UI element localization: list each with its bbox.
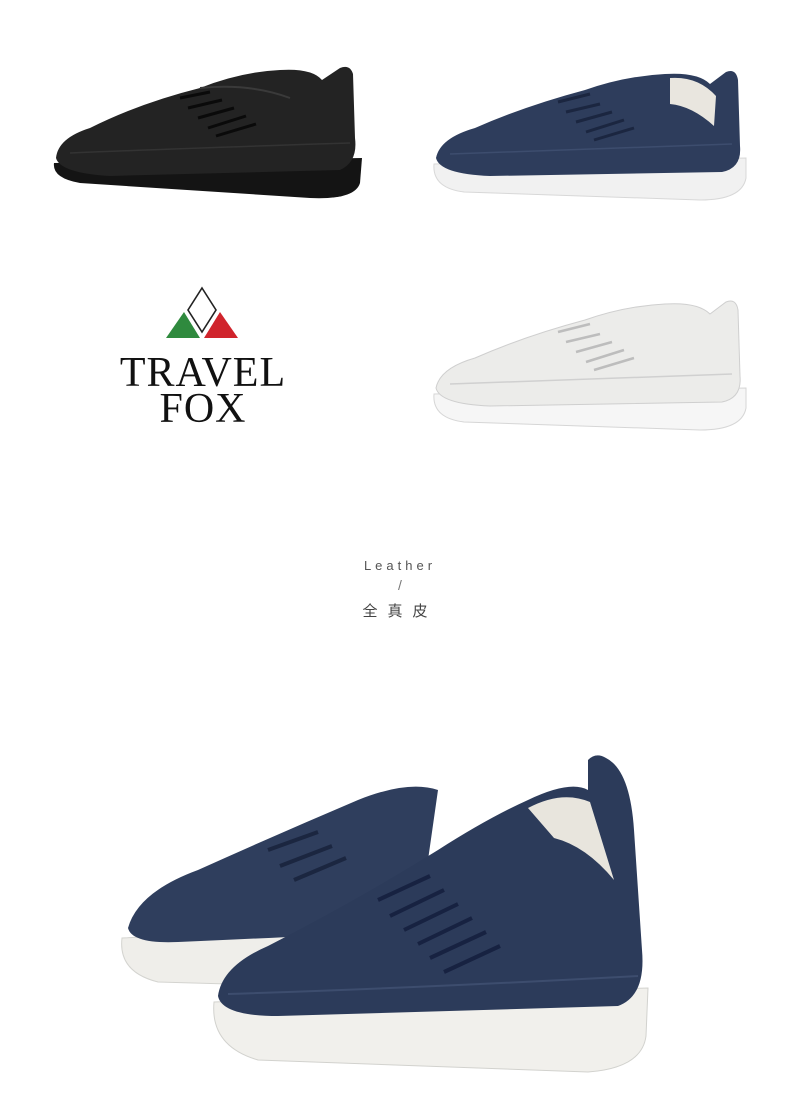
- brand-logo-mark: [160, 286, 244, 342]
- shoe-navy-image: [430, 66, 750, 206]
- brand-name-line2: FOX: [159, 386, 247, 432]
- material-caption-chinese: 全真皮: [362, 602, 438, 620]
- caption-divider: /: [398, 577, 402, 593]
- material-caption-english: Leather: [363, 558, 437, 573]
- shoe-navy-pair-image: [118, 750, 654, 1090]
- shoe-black-image: [50, 58, 370, 203]
- shoe-white-image: [430, 296, 750, 436]
